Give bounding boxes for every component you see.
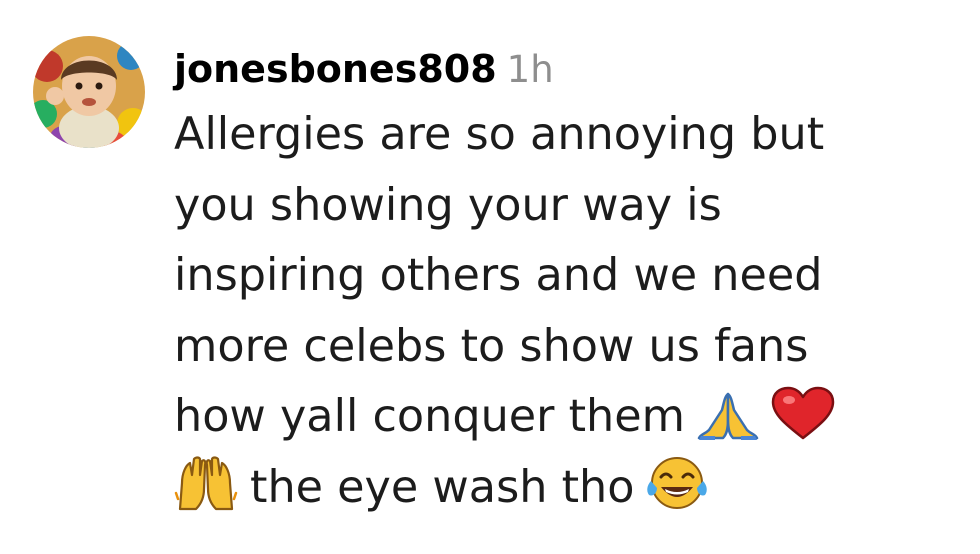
username[interactable]: jonesbones808 [174, 47, 497, 91]
comment-content: jonesbones808 1h Allergies are so annoyin… [174, 38, 964, 523]
comment-line: inspiring others and we need [174, 250, 823, 301]
raising-hands-icon [174, 453, 238, 511]
comment-header: jonesbones808 1h [174, 38, 964, 100]
avatar-photo [33, 36, 145, 148]
comment-line: more celebs to show us fans [174, 320, 809, 372]
timestamp[interactable]: 1h [507, 48, 554, 91]
comment-line: the eye wash tho [250, 461, 635, 513]
comment-line: Allergies are so annoying but [174, 109, 825, 160]
comment: jonesbones808 1h Allergies are so annoyin… [0, 0, 980, 554]
avatar[interactable] [33, 36, 145, 148]
comment-line-with-emojis: the eye wash tho [174, 453, 964, 524]
tears-of-joy-icon [645, 455, 709, 511]
comment-line-with-emojis: how yall conquer them [174, 382, 964, 453]
comment-line: how yall conquer them [174, 391, 685, 442]
red-heart-icon [771, 386, 835, 440]
comment-text: Allergies are so annoying but you showin… [174, 100, 964, 523]
comment-line: you showing your way is [174, 179, 722, 231]
folded-hands-icon [695, 390, 761, 440]
